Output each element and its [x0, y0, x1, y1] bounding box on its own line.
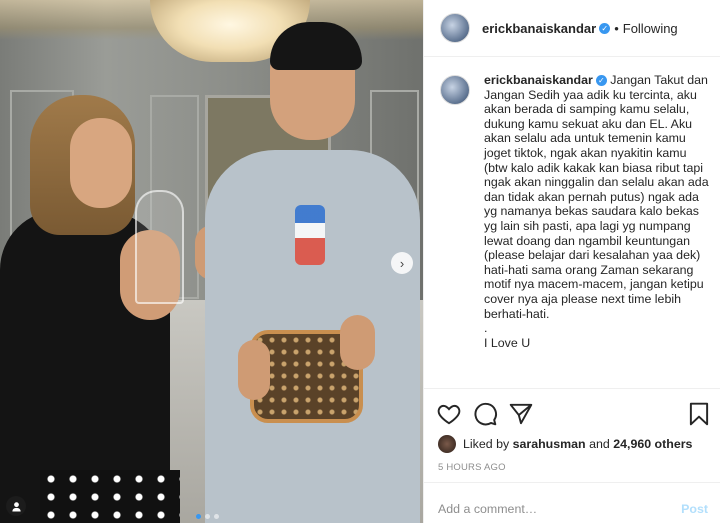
- caption-avatar[interactable]: [440, 75, 470, 105]
- likes-joiner: and: [589, 437, 610, 451]
- post-header: erickbanaiskandar ✓ • Following: [424, 0, 720, 57]
- actions-bar: Liked by sarahusman and 24,960 others 5 …: [424, 388, 720, 473]
- liker-avatar[interactable]: [438, 435, 456, 453]
- header-username[interactable]: erickbanaiskandar: [482, 21, 596, 36]
- post-timestamp[interactable]: 5 HOURS AGO: [438, 462, 506, 473]
- avatar[interactable]: [440, 13, 470, 43]
- tagged-users-button[interactable]: [6, 496, 26, 516]
- carousel-indicator: [196, 514, 219, 519]
- share-icon[interactable]: [508, 401, 534, 427]
- caption-body: Jangan Takut dan Jangan Sedih yaa adik k…: [484, 73, 709, 350]
- comment-icon[interactable]: [472, 401, 498, 427]
- carousel-dot: [205, 514, 210, 519]
- comment-input[interactable]: Add a comment…: [438, 502, 537, 516]
- likes-count-link[interactable]: 24,960 others: [613, 437, 692, 451]
- wine-glass: [135, 190, 184, 304]
- instagram-post: › erickbanaiskandar ✓ • Following erickb…: [0, 0, 720, 523]
- liker-username[interactable]: sarahusman: [513, 437, 586, 451]
- likes-prefix: Liked by: [463, 437, 510, 451]
- separator-dot: •: [614, 20, 619, 36]
- carousel-dot: [196, 514, 201, 519]
- caption: erickbanaiskandar ✓ Jangan Takut dan Jang…: [484, 73, 710, 350]
- post-sidebar: erickbanaiskandar ✓ • Following erickban…: [423, 0, 720, 523]
- likes-summary: Liked by sarahusman and 24,960 others: [438, 435, 692, 453]
- bookmark-icon[interactable]: [686, 401, 712, 427]
- following-button[interactable]: Following: [623, 21, 678, 36]
- shirt-logo: [295, 205, 325, 265]
- post-comment-button[interactable]: Post: [681, 502, 708, 516]
- heart-icon[interactable]: [436, 401, 462, 427]
- caption-row: erickbanaiskandar ✓ Jangan Takut dan Jang…: [440, 73, 710, 350]
- carousel-dot: [214, 514, 219, 519]
- caption-username[interactable]: erickbanaiskandar: [484, 73, 593, 87]
- user-icon: [11, 501, 21, 512]
- verified-badge-icon: ✓: [595, 75, 607, 87]
- next-slide-button[interactable]: ›: [391, 252, 413, 274]
- caption-section: erickbanaiskandar ✓ Jangan Takut dan Jang…: [424, 57, 720, 387]
- action-icons: [436, 401, 712, 427]
- chevron-right-icon: ›: [399, 255, 405, 271]
- post-video[interactable]: ›: [0, 0, 423, 523]
- comment-form: Add a comment… Post: [424, 482, 720, 524]
- verified-badge-icon: ✓: [599, 22, 611, 34]
